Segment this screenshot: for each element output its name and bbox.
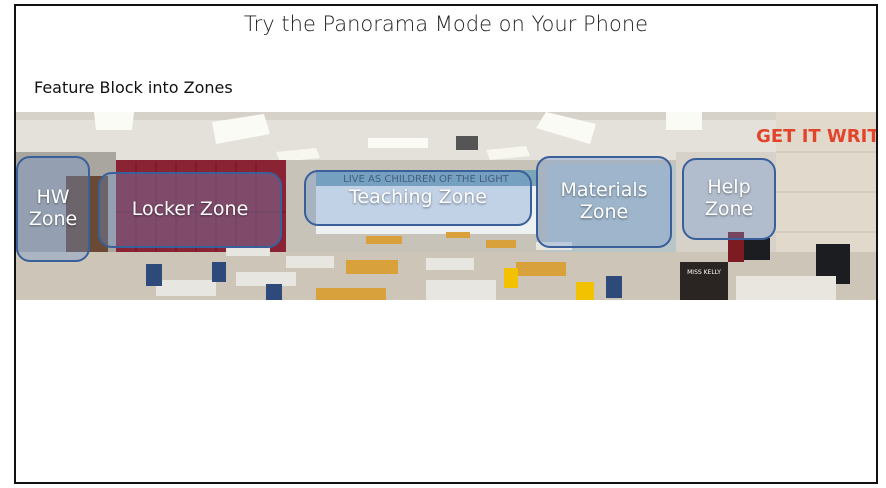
slide: Try the Panorama Mode on Your Phone Feat… (14, 4, 878, 484)
teaching-zone-label: Teaching Zone (349, 186, 487, 209)
wall-sign: GET IT WRITE (756, 126, 876, 147)
help-zone: Help Zone (682, 158, 776, 240)
classroom-panorama: LIVE AS CHILDREN OF THE LIGHT GET IT WRI… (16, 112, 876, 300)
desk-sign: MISS KELLY (687, 269, 721, 276)
slide-title: Try the Panorama Mode on Your Phone (243, 12, 649, 36)
help-zone-label: Help Zone (704, 176, 754, 220)
locker-zone: Locker Zone (98, 172, 282, 248)
locker-zone-label: Locker Zone (131, 198, 249, 221)
hw-zone: HW Zone (16, 156, 90, 262)
materials-zone-label: Materials Zone (560, 179, 648, 223)
teaching-zone: Teaching Zone (304, 170, 532, 226)
materials-zone: Materials Zone (536, 156, 672, 248)
slide-subtitle: Feature Block into Zones (34, 78, 233, 97)
hw-zone-label: HW Zone (28, 186, 78, 230)
